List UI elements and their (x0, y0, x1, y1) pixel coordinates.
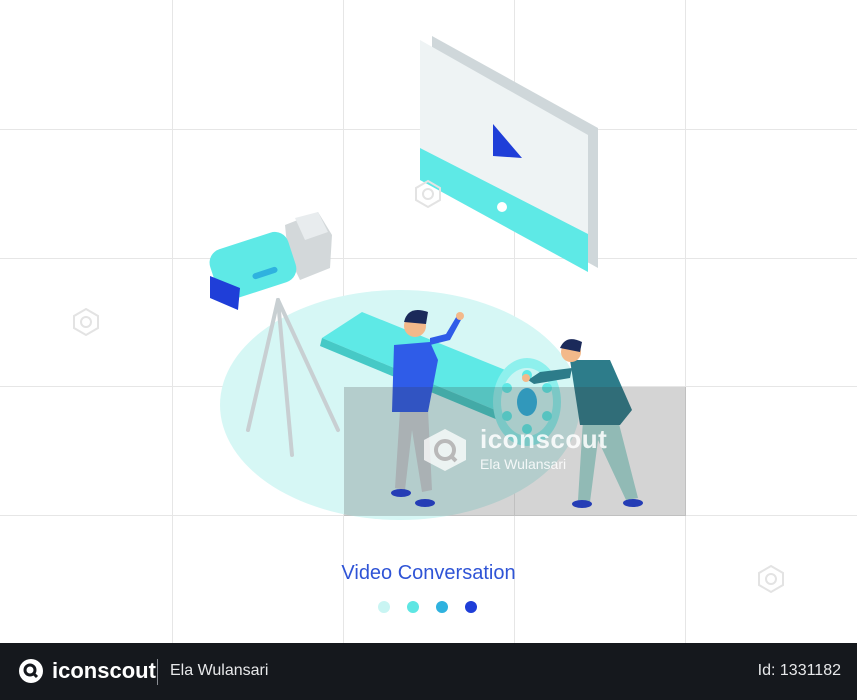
footer-brand[interactable]: iconscout (52, 658, 156, 684)
video-conversation-illustration (209, 36, 643, 520)
iconscout-logo-icon[interactable] (18, 658, 44, 684)
pagination-dot[interactable] (378, 601, 390, 613)
pagination-dot[interactable] (465, 601, 477, 613)
footer-bar: iconscout Ela Wulansari Id: 1331182 (0, 643, 857, 700)
monitor-icon (420, 36, 598, 272)
illustration-canvas: iconscout Ela Wulansari Video Conversati… (0, 0, 857, 643)
video-camera-icon (209, 212, 332, 310)
record-dot (497, 202, 507, 212)
asset-id: Id: 1331182 (757, 662, 841, 679)
illustration-caption: Video Conversation (341, 562, 516, 584)
watermark-author: Ela Wulansari (480, 456, 567, 472)
watermark-logo-icon (73, 307, 99, 337)
pagination-dots (378, 601, 477, 613)
footer-author[interactable]: Ela Wulansari (170, 662, 268, 680)
pagination-dot[interactable] (407, 601, 419, 613)
watermark-logo-icon (415, 179, 441, 209)
pagination-dot[interactable] (436, 601, 448, 613)
watermark-brand: iconscout (480, 424, 608, 454)
footer-divider (157, 659, 158, 685)
iconscout-logo-icon (424, 429, 466, 471)
